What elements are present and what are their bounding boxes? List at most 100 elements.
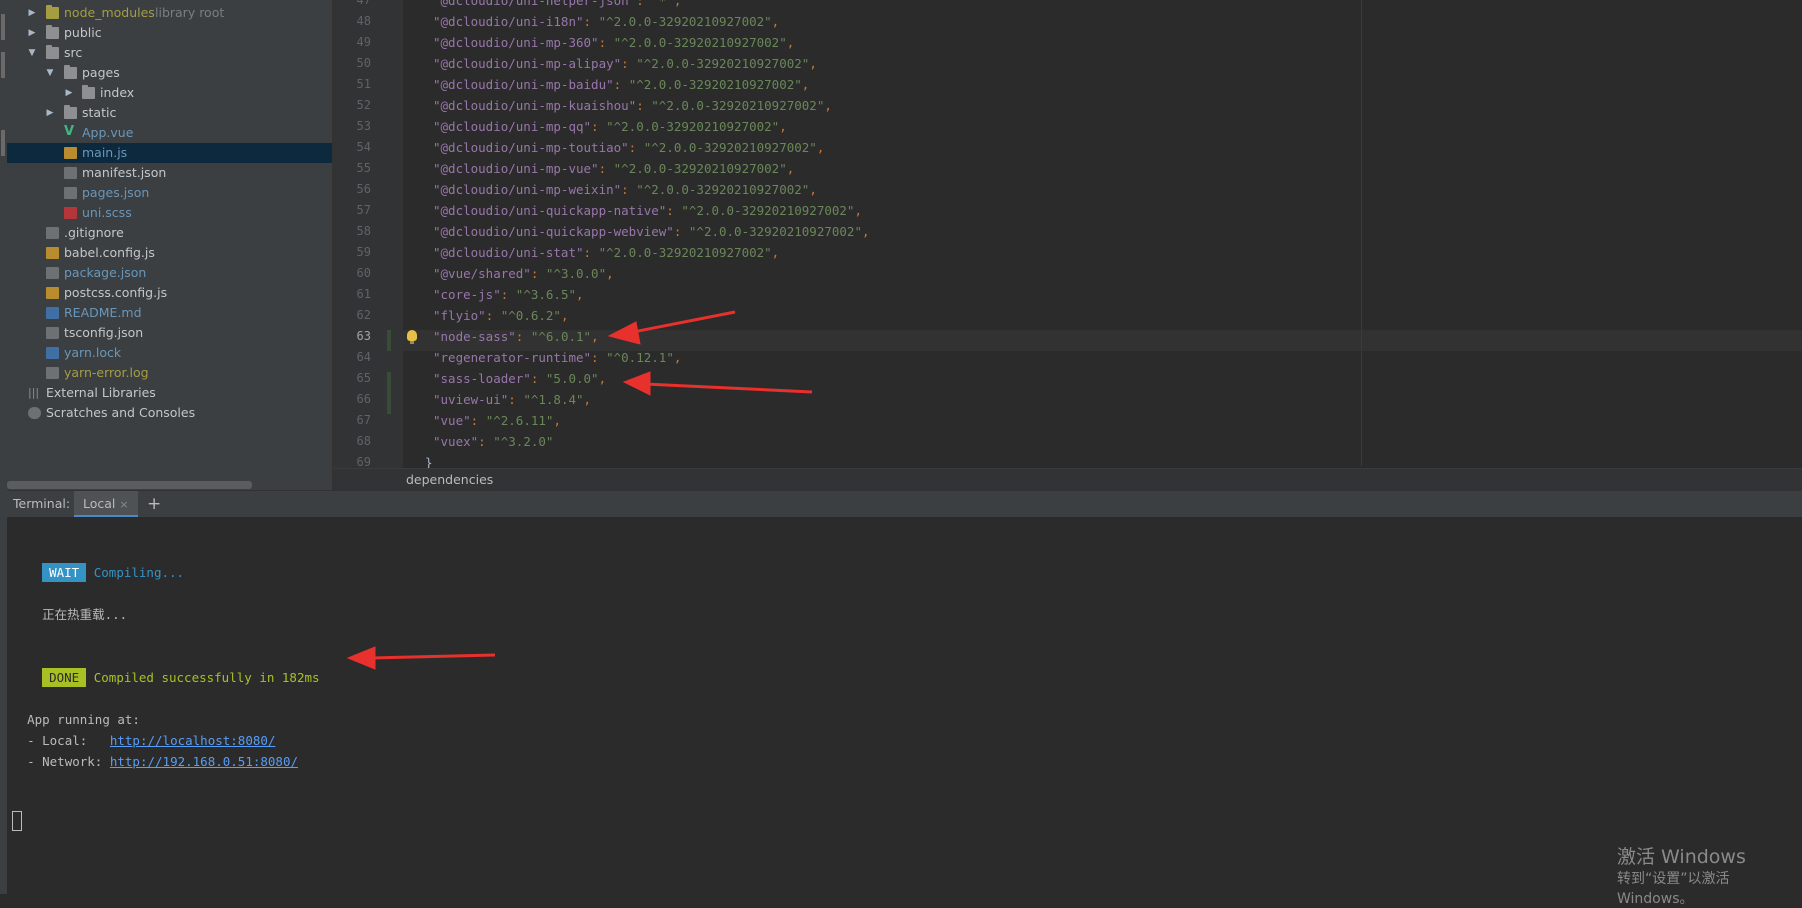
terminal-line-done: DONE Compiled successfully in 182ms <box>12 646 320 709</box>
code-line[interactable]: "@dcloudio/uni-mp-weixin": "^2.0.0-32920… <box>433 179 817 200</box>
tool-window-button[interactable] <box>1 14 5 40</box>
code-line[interactable]: "regenerator-runtime": "^0.12.1", <box>433 347 681 368</box>
comma: , <box>816 140 825 155</box>
code-line[interactable]: "@dcloudio/uni-mp-toutiao": "^2.0.0-3292… <box>433 137 824 158</box>
line-number: 64 <box>356 350 371 364</box>
tree-item-uni-scss[interactable]: uni.scss <box>7 203 332 223</box>
json-value: "^2.0.0-32920210927002" <box>681 203 855 218</box>
line-number: 53 <box>356 119 371 133</box>
tree-item-readme[interactable]: README.md <box>7 303 332 323</box>
chevron-down-icon[interactable]: ▼ <box>26 43 38 63</box>
reload-text: 正在热重载... <box>42 607 128 622</box>
js-file-icon <box>46 287 59 299</box>
tree-item-pages-json[interactable]: pages.json <box>7 183 332 203</box>
tree-item-src[interactable]: ▼ src <box>7 43 332 63</box>
code-line[interactable]: "core-js": "^3.6.5", <box>433 284 584 305</box>
tree-item-yarn-lock[interactable]: yarn.lock <box>7 343 332 363</box>
chevron-right-icon[interactable]: ▶ <box>44 103 56 123</box>
tree-item-label: tsconfig.json <box>64 325 144 340</box>
line-number: 66 <box>356 392 371 406</box>
terminal-output[interactable]: WAIT Compiling... 正在热重载... DONE Compiled… <box>7 517 1802 894</box>
horizontal-scrollbar[interactable] <box>7 481 252 489</box>
code-line[interactable]: "@dcloudio/uni-quickapp-native": "^2.0.0… <box>433 200 862 221</box>
code-line[interactable]: "@dcloudio/uni-mp-qq": "^2.0.0-329202109… <box>433 116 787 137</box>
tree-item-pages[interactable]: ▼ pages <box>7 63 332 83</box>
local-url-link[interactable]: http://localhost:8080/ <box>110 733 276 748</box>
tab-local[interactable]: Local × <box>74 491 138 517</box>
comma: , <box>771 14 780 29</box>
folder-icon <box>46 25 59 39</box>
tree-item-label: package.json <box>64 265 147 280</box>
comma: , <box>786 35 795 50</box>
code-line[interactable]: "@dcloudio/uni-mp-360": "^2.0.0-32920210… <box>433 32 794 53</box>
tree-item-package-json[interactable]: package.json <box>7 263 332 283</box>
code-editor[interactable]: 47 "@dcloudio/uni-helper-json": "*", 48 "@d… <box>333 0 1802 468</box>
scss-file-icon <box>64 207 77 219</box>
new-terminal-button[interactable]: + <box>147 491 161 517</box>
folder-icon <box>64 105 77 119</box>
tree-item-scratches[interactable]: Scratches and Consoles <box>7 403 332 423</box>
code-line[interactable]: "@vue/shared": "^3.0.0", <box>433 263 614 284</box>
code-line[interactable]: "@dcloudio/uni-mp-kuaishou": "^2.0.0-329… <box>433 95 832 116</box>
tree-item-yarn-error-log[interactable]: yarn-error.log <box>7 363 332 383</box>
colon: : <box>666 203 682 218</box>
terminal-line-reload: 正在热重载... <box>12 583 127 646</box>
colon: : <box>583 14 599 29</box>
tool-window-button[interactable] <box>1 130 5 156</box>
chevron-right-icon[interactable]: ▶ <box>26 3 38 23</box>
running-text: App running at: <box>27 712 140 727</box>
local-label: - Local: <box>27 733 110 748</box>
json-key: "@dcloudio/uni-quickapp-native" <box>433 203 667 218</box>
code-line[interactable]: "flyio": "^0.6.2", <box>433 305 569 326</box>
breadcrumb[interactable]: dependencies <box>406 469 493 491</box>
comma: , <box>606 266 614 281</box>
chevron-right-icon[interactable]: ▶ <box>26 23 38 43</box>
tree-item-manifest-json[interactable]: manifest.json <box>7 163 332 183</box>
tree-item-label: node_modules <box>64 5 155 20</box>
network-label: - Network: <box>27 754 110 769</box>
code-line[interactable]: } <box>425 452 433 468</box>
code-line[interactable]: "@dcloudio/uni-mp-alipay": "^2.0.0-32920… <box>433 53 817 74</box>
close-icon[interactable]: × <box>119 498 128 511</box>
code-line[interactable]: "@dcloudio/uni-quickapp-webview": "^2.0.… <box>433 221 870 242</box>
json-key: "@dcloudio/uni-mp-vue" <box>433 161 599 176</box>
tree-item-public[interactable]: ▶ public <box>7 23 332 43</box>
code-line[interactable]: "node-sass": "^6.0.1", <box>433 326 599 347</box>
code-line[interactable]: "@dcloudio/uni-mp-baidu": "^2.0.0-329202… <box>433 74 809 95</box>
tool-window-button[interactable] <box>1 52 5 78</box>
colon: : <box>621 56 637 71</box>
comma: , <box>809 182 817 197</box>
json-key: "sass-loader" <box>433 371 531 386</box>
tree-item-postcss-config[interactable]: postcss.config.js <box>7 283 332 303</box>
code-line[interactable]: "@dcloudio/uni-mp-vue": "^2.0.0-32920210… <box>433 158 794 179</box>
chevron-right-icon[interactable]: ▶ <box>63 83 75 103</box>
change-marker[interactable] <box>387 330 391 351</box>
tree-item-node-modules[interactable]: ▶ node_modules library root <box>7 3 332 23</box>
tree-item-app-vue[interactable]: V App.vue <box>7 123 332 143</box>
code-line[interactable]: "uview-ui": "^1.8.4", <box>433 389 591 410</box>
code-line[interactable]: "@dcloudio/uni-i18n": "^2.0.0-3292021092… <box>433 11 779 32</box>
chevron-down-icon[interactable]: ▼ <box>44 63 56 83</box>
json-key: "@vue/shared" <box>433 266 531 281</box>
lightbulb-icon[interactable] <box>407 330 417 344</box>
tree-item-static[interactable]: ▶ static <box>7 103 332 123</box>
line-number: 67 <box>356 413 371 427</box>
tree-item-external-libraries[interactable]: ||| External Libraries <box>7 383 332 403</box>
code-line[interactable]: "@dcloudio/uni-helper-json": "*", <box>433 0 681 11</box>
tree-item-babel-config[interactable]: babel.config.js <box>7 243 332 263</box>
tree-item-tsconfig[interactable]: tsconfig.json <box>7 323 332 343</box>
colon: : <box>598 35 614 50</box>
change-marker[interactable] <box>387 372 391 414</box>
code-line[interactable]: "@dcloudio/uni-stat": "^2.0.0-3292021092… <box>433 242 779 263</box>
tree-item-main-js[interactable]: main.js <box>7 143 332 163</box>
tree-item-gitignore[interactable]: .gitignore <box>7 223 332 243</box>
code-line[interactable]: "sass-loader": "5.0.0", <box>433 368 606 389</box>
code-line[interactable]: "vuex": "^3.2.0" <box>433 431 553 452</box>
json-value: "^3.6.5" <box>515 287 577 302</box>
network-url-link[interactable]: http://192.168.0.51:8080/ <box>110 754 298 769</box>
tree-item-index[interactable]: ▶ index <box>7 83 332 103</box>
right-margin-guide <box>1361 0 1362 466</box>
code-line[interactable]: "vue": "^2.6.11", <box>433 410 561 431</box>
line-number: 54 <box>356 140 371 154</box>
json-file-icon <box>64 187 77 199</box>
